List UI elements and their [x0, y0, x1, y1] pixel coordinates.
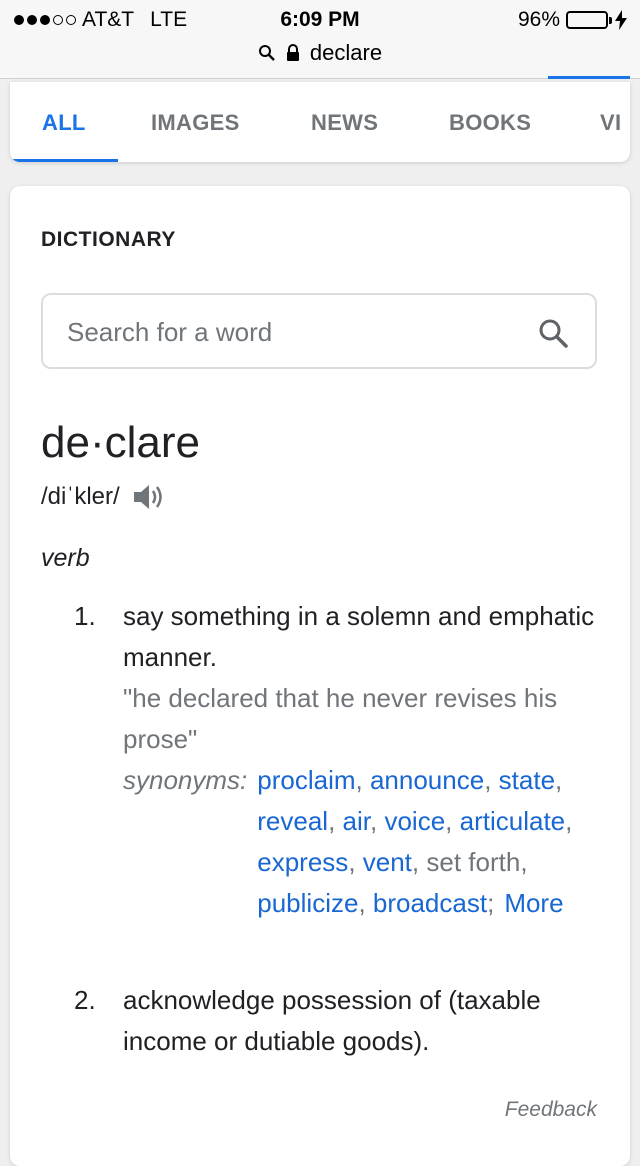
search-tabs: ALL IMAGES NEWS BOOKS VI	[10, 82, 630, 162]
synonym-separator: ,	[358, 888, 373, 918]
synonym-separator: ,	[348, 847, 363, 877]
synonym-separator: ,	[328, 806, 343, 836]
address-query: declare	[309, 40, 383, 65]
more-synonyms-link[interactable]: More	[504, 888, 563, 918]
word-search-input[interactable]	[67, 315, 507, 349]
synonym-separator: ,	[555, 765, 563, 795]
tab-all[interactable]: ALL	[42, 110, 86, 136]
synonym-separator: ,	[411, 847, 427, 877]
headword: de·clare	[41, 418, 200, 467]
synonyms-row: synonyms: proclaim, announce, state, rev…	[123, 760, 603, 924]
synonym-reveal[interactable]: reveal	[257, 806, 328, 836]
synonym-set-forth: set forth	[426, 847, 521, 877]
synonym-broadcast[interactable]: broadcast	[373, 888, 487, 918]
synonym-separator: ,	[370, 806, 385, 836]
part-of-speech: verb	[41, 544, 90, 572]
battery-icon	[566, 11, 612, 29]
synonym-publicize[interactable]: publicize	[257, 888, 358, 918]
synonym-separator: ,	[445, 806, 460, 836]
synonyms-list: proclaim, announce, state, reveal, air, …	[257, 760, 587, 924]
example-sentence: "he declared that he never revises his p…	[123, 683, 558, 754]
synonym-articulate[interactable]: articulate	[460, 806, 566, 836]
section-title: DICTIONARY	[41, 228, 176, 251]
address-bar[interactable]: declare	[0, 40, 640, 66]
synonym-air[interactable]: air	[343, 806, 370, 836]
speaker-icon[interactable]	[132, 482, 166, 512]
definition: say something in a solemn and emphatic m…	[123, 601, 595, 672]
active-tab-indicator	[10, 159, 118, 162]
definition: acknowledge possession of (taxable incom…	[123, 985, 541, 1056]
synonyms-label: synonyms:	[123, 765, 248, 795]
tab-images[interactable]: IMAGES	[151, 110, 240, 136]
synonym-separator: ;	[487, 888, 495, 918]
browser-top-bar: AT&T LTE 6:09 PM 96% declare	[0, 0, 640, 79]
status-bar: AT&T LTE 6:09 PM 96%	[0, 8, 640, 36]
lock-icon	[286, 44, 299, 61]
tab-videos[interactable]: VI	[600, 110, 621, 136]
feedback-link[interactable]: Feedback	[505, 1098, 597, 1122]
phonetic: /diˈkler/	[41, 483, 120, 510]
tab-news[interactable]: NEWS	[311, 110, 378, 136]
battery-percent: 96%	[517, 8, 560, 31]
synonym-separator: ,	[484, 765, 499, 795]
search-icon[interactable]	[537, 317, 569, 349]
synonym-separator: ,	[565, 806, 573, 836]
synonym-express[interactable]: express	[257, 847, 348, 877]
synonym-state[interactable]: state	[499, 765, 555, 795]
synonym-vent[interactable]: vent	[363, 847, 412, 877]
synonym-proclaim[interactable]: proclaim	[257, 765, 355, 795]
dictionary-card: DICTIONARY de·clare /diˈkler/ verb 1. sa…	[10, 186, 630, 1166]
search-icon	[258, 45, 275, 61]
word-search-box[interactable]	[41, 293, 597, 369]
sense-number: 1.	[74, 601, 96, 631]
synonym-voice[interactable]: voice	[384, 806, 445, 836]
synonym-separator: ,	[520, 847, 528, 877]
tab-books[interactable]: BOOKS	[449, 110, 531, 136]
page-load-progress	[548, 76, 630, 79]
pronunciation-row: /diˈkler/	[41, 482, 166, 512]
synonym-announce[interactable]: announce	[370, 765, 484, 795]
charging-icon	[615, 10, 627, 30]
synonym-separator: ,	[355, 765, 370, 795]
sense-number: 2.	[74, 985, 96, 1015]
